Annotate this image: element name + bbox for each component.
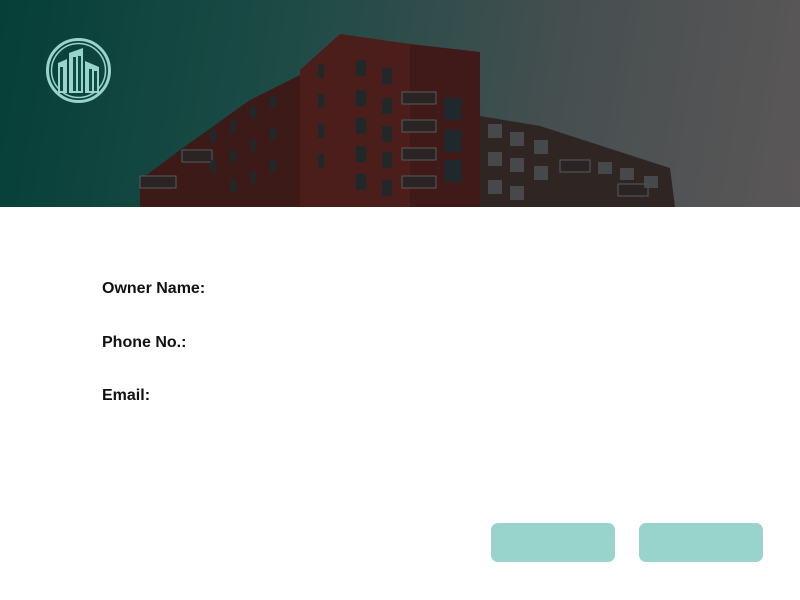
phone-number-label: Phone No.: <box>102 334 187 351</box>
left-action-button[interactable] <box>491 523 615 562</box>
right-action-button[interactable] <box>639 523 763 562</box>
owner-form-page: Owner Name: Phone No.: Email: <box>0 0 800 600</box>
owner-name-label: Owner Name: <box>102 280 206 297</box>
hero-banner <box>0 0 800 207</box>
city-buildings-icon <box>46 38 111 103</box>
email-label: Email: <box>102 387 151 404</box>
apartment-building-image <box>139 34 675 207</box>
